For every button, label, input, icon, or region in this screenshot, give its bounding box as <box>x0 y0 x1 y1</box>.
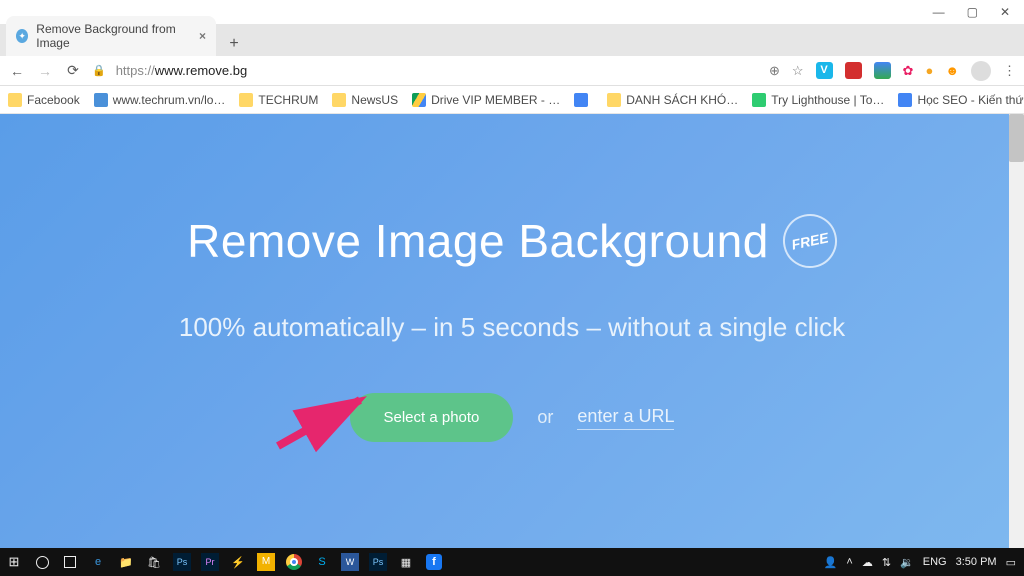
globe-icon <box>94 93 108 107</box>
bookmark-item[interactable]: DANH SÁCH KHÓ… <box>607 93 738 107</box>
reload-button[interactable]: ⟳ <box>64 62 82 79</box>
edge-icon[interactable]: e <box>84 548 112 576</box>
gdrive-icon <box>412 93 426 107</box>
browser-tab[interactable]: ✦ Remove Background from Image × <box>6 16 216 56</box>
clock[interactable]: 3:50 PM <box>956 556 997 568</box>
bookmark-item[interactable]: Học SEO - Kiến thức… <box>898 93 1024 107</box>
gdoc-icon <box>898 93 912 107</box>
notifications-icon[interactable]: ▭ <box>1006 556 1016 569</box>
back-button[interactable]: ← <box>8 63 26 79</box>
ext-coin-icon[interactable]: ● <box>925 63 933 78</box>
bookmarks-bar: Facebook www.techrum.vn/lo… TECHRUM News… <box>0 86 1024 114</box>
bookmark-item[interactable]: Facebook <box>8 93 80 107</box>
enter-url-link[interactable]: enter a URL <box>577 406 674 430</box>
skype-icon[interactable]: S <box>308 548 336 576</box>
win-close-icon[interactable]: ✕ <box>1000 5 1010 19</box>
extension-tray: ⊕ ☆ V ✿ ● ☻ ⋮ <box>769 61 1016 81</box>
forward-button[interactable]: → <box>36 63 54 79</box>
url-prefix: https:// <box>116 63 155 78</box>
bookmark-item[interactable] <box>574 93 593 107</box>
bookmark-item[interactable]: TECHRUM <box>239 93 318 107</box>
bookmark-item[interactable]: Drive VIP MEMBER - … <box>412 93 560 107</box>
scrollbar[interactable] <box>1009 114 1024 548</box>
chrome-menu-icon[interactable]: ⋮ <box>1003 63 1016 79</box>
hero-subtitle: 100% automatically – in 5 seconds – with… <box>179 312 845 343</box>
sheets-icon[interactable]: ▦ <box>392 548 420 576</box>
url-host: www.remove.bg <box>155 63 247 78</box>
key-icon <box>607 93 621 107</box>
cortana-button[interactable] <box>28 548 56 576</box>
select-photo-button[interactable]: Select a photo <box>350 393 514 442</box>
taskbar: ⊞ e 📁 🛍 Ps Pr ⚡ M S W Ps ▦ f 👤 ˄ ☁ ⇅ 🔉 E… <box>0 548 1024 576</box>
people-icon[interactable]: 👤 <box>824 556 838 569</box>
gdoc-icon <box>574 93 588 107</box>
tab-close-icon[interactable]: × <box>199 29 206 43</box>
ext-lastpass-icon[interactable] <box>845 62 862 79</box>
win-maximize-icon[interactable]: ▢ <box>967 5 978 19</box>
url-field[interactable]: https://www.remove.bg <box>116 63 248 78</box>
win-minimize-icon[interactable]: — <box>933 5 945 19</box>
ext-face-icon[interactable]: ☻ <box>945 63 959 78</box>
facebook-icon[interactable]: f <box>420 548 448 576</box>
volume-icon[interactable]: 🔉 <box>900 556 914 569</box>
bookmark-item[interactable]: www.techrum.vn/lo… <box>94 93 226 107</box>
profile-avatar-icon[interactable] <box>971 61 991 81</box>
tab-favicon-icon: ✦ <box>16 29 28 43</box>
hero-title: Remove Image Background <box>187 214 769 268</box>
system-tray: 👤 ˄ ☁ ⇅ 🔉 ENG 3:50 PM ▭ <box>824 556 1024 569</box>
store-icon[interactable]: 🛍 <box>140 548 168 576</box>
new-tab-button[interactable]: + <box>222 32 246 56</box>
onedrive-icon[interactable]: ☁ <box>862 556 873 569</box>
address-bar: ← → ⟳ 🔒 https://www.remove.bg ⊕ ☆ V ✿ ● … <box>0 56 1024 86</box>
network-icon[interactable]: ⇅ <box>882 556 891 569</box>
maps-icon[interactable]: M <box>252 548 280 576</box>
pycharm-icon[interactable]: ⚡ <box>224 548 252 576</box>
photoshop-icon[interactable]: Ps <box>168 548 196 576</box>
language-indicator[interactable]: ENG <box>923 556 947 568</box>
ps2-icon[interactable]: Ps <box>364 548 392 576</box>
folder-icon <box>8 93 22 107</box>
ext-vimeo-icon[interactable]: V <box>816 62 833 79</box>
lock-icon: 🔒 <box>92 64 106 77</box>
tray-up-icon[interactable]: ˄ <box>846 556 852 568</box>
or-text: or <box>537 407 553 428</box>
taskview-button[interactable] <box>56 548 84 576</box>
explorer-icon[interactable]: 📁 <box>112 548 140 576</box>
lighthouse-icon <box>752 93 766 107</box>
ext-calendar-icon[interactable] <box>874 62 891 79</box>
tab-title: Remove Background from Image <box>36 22 191 50</box>
bookmark-item[interactable]: NewsUS <box>332 93 398 107</box>
word-icon[interactable]: W <box>336 548 364 576</box>
tab-bar: ✦ Remove Background from Image × + <box>0 24 1024 56</box>
zoom-icon[interactable]: ⊕ <box>769 63 780 79</box>
scroll-thumb[interactable] <box>1009 114 1024 162</box>
premiere-icon[interactable]: Pr <box>196 548 224 576</box>
folder-icon <box>332 93 346 107</box>
chrome-icon[interactable] <box>280 548 308 576</box>
bookmark-star-icon[interactable]: ☆ <box>792 63 804 79</box>
ext-flower-icon[interactable]: ✿ <box>903 63 914 79</box>
bookmark-item[interactable]: Try Lighthouse | To… <box>752 93 884 107</box>
free-badge: FREE <box>778 209 842 273</box>
start-button[interactable]: ⊞ <box>0 548 28 576</box>
folder-icon <box>239 93 253 107</box>
hero-section: Remove Image Background FREE 100% automa… <box>0 114 1024 548</box>
